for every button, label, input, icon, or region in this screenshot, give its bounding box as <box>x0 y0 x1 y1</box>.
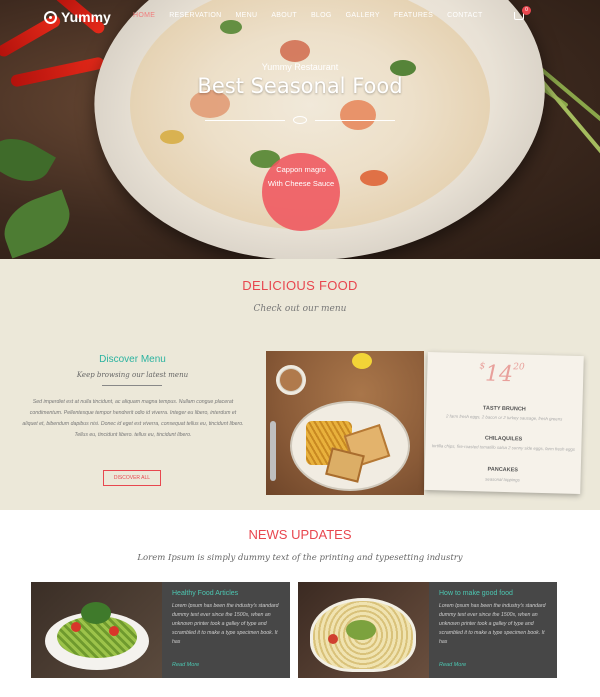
discover-title: Discover Menu <box>99 354 166 365</box>
breakfast-photo <box>266 351 424 495</box>
hero-banner: Yummy HOME RESERVATION MENU ABOUT BLOG G… <box>0 0 600 259</box>
main-menu: HOME RESERVATION MENU ABOUT BLOG GALLERY… <box>133 12 483 19</box>
news-section-title: NEWS UPDATES <box>248 527 352 542</box>
news-card-text: Lorem Ipsum has been the industry's stan… <box>172 603 279 645</box>
section-subtitle: Check out our menu <box>253 304 347 314</box>
salad-photo <box>31 582 162 678</box>
menu-item-desc: 2 farm fresh eggs, 2 bacon or 2 turkey s… <box>445 413 563 422</box>
menu-item-desc: tortilla chips, fire-roasted tomatillo s… <box>431 443 576 452</box>
nav-gallery[interactable]: GALLERY <box>346 12 380 19</box>
hero-subtitle: Yummy Restaurant <box>261 62 339 72</box>
nav-menu[interactable]: MENU <box>236 12 258 19</box>
nav-reservation[interactable]: RESERVATION <box>169 12 221 19</box>
menu-section: DELICIOUS FOOD Check out our menu Discov… <box>0 259 600 510</box>
heart-cake-photo <box>298 582 429 678</box>
dish-name: Cappon magro <box>276 165 326 174</box>
hero-title: Best Seasonal Food <box>197 74 403 98</box>
news-card-text: Lorem Ipsum has been the industry's stan… <box>439 603 546 645</box>
dish-detail: With Cheese Sauce <box>267 179 335 188</box>
divider <box>102 385 162 386</box>
menu-item-desc: seasonal toppings <box>485 476 520 483</box>
cart-count-badge: 0 <box>522 6 531 15</box>
brand-name: Yummy <box>61 9 111 25</box>
leaf-decoration <box>0 127 56 193</box>
top-navigation: Yummy HOME RESERVATION MENU ABOUT BLOG G… <box>0 0 600 34</box>
site-logo[interactable]: Yummy <box>44 9 111 25</box>
nav-about[interactable]: ABOUT <box>271 12 297 19</box>
read-more-link[interactable]: Read More <box>172 662 199 668</box>
featured-dish-badge[interactable]: Cappon magro With Cheese Sauce <box>262 153 340 231</box>
news-section-subtitle: Lorem Ipsum is simply dummy text of the … <box>137 553 463 563</box>
discover-all-button[interactable]: DISCOVER ALL <box>103 470 161 486</box>
logo-icon <box>44 10 57 24</box>
discover-subtitle: Keep browsing our latest menu <box>76 371 189 379</box>
news-card-title[interactable]: How to make good food <box>439 590 549 597</box>
leaf-decoration <box>0 189 79 259</box>
read-more-link[interactable]: Read More <box>439 662 466 668</box>
section-title: DELICIOUS FOOD <box>242 278 358 293</box>
special-menu-card: $1420 TASTY BRUNCH 2 farm fresh eggs, 2 … <box>424 351 584 495</box>
news-card[interactable]: How to make good food Lorem Ipsum has be… <box>298 582 557 678</box>
nav-home[interactable]: HOME <box>133 12 155 19</box>
ornament-divider <box>205 116 395 124</box>
nav-features[interactable]: FEATURES <box>394 12 433 19</box>
menu-item-name: PANCAKES <box>487 466 519 474</box>
news-card[interactable]: Healthy Food Articles Lorem Ipsum has be… <box>31 582 290 678</box>
nav-blog[interactable]: BLOG <box>311 12 332 19</box>
nav-contact[interactable]: CONTACT <box>447 12 482 19</box>
price-tag: $1420 <box>479 361 525 388</box>
discover-text: Sed imperdiet est at nulla tincidunt, ac… <box>22 399 244 438</box>
news-card-title[interactable]: Healthy Food Articles <box>172 590 282 597</box>
